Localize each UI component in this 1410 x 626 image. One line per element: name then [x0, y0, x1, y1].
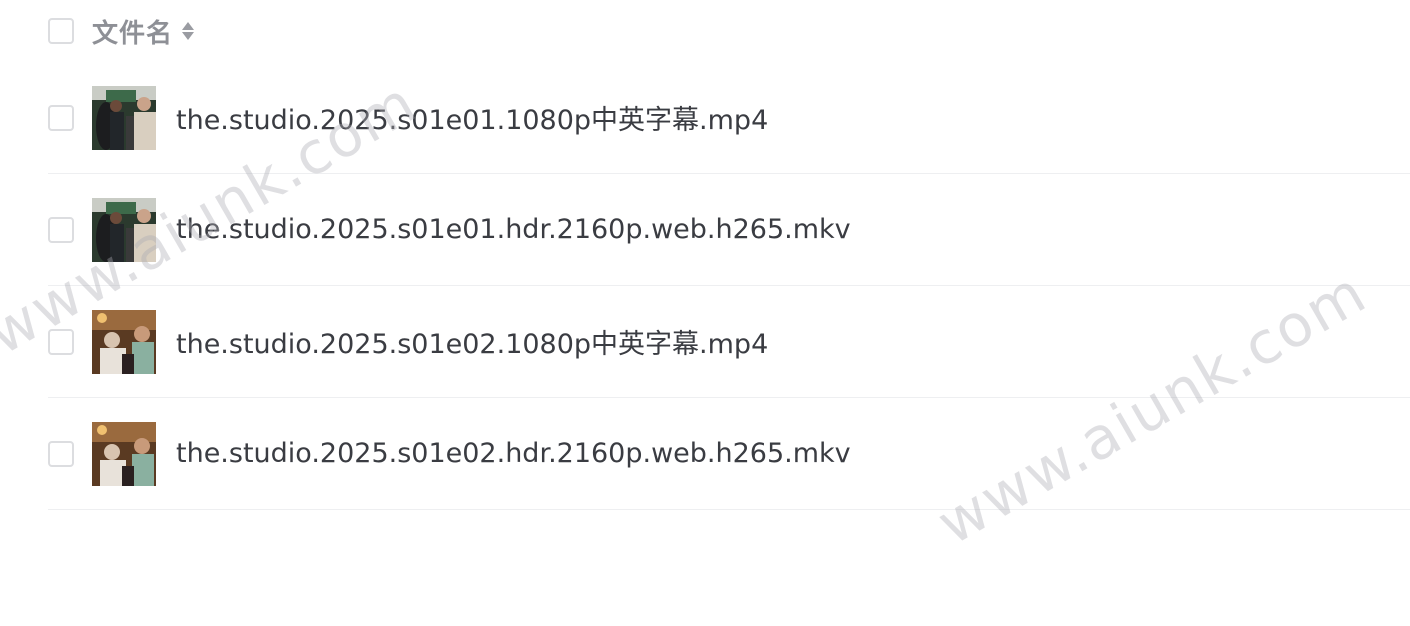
list-header: 文件名: [48, 0, 1410, 62]
file-checkbox[interactable]: [48, 440, 74, 467]
file-checkbox[interactable]: [48, 328, 74, 355]
file-row[interactable]: the.studio.2025.s01e01.1080p中英字幕.mp4: [48, 62, 1410, 174]
video-thumbnail: [92, 421, 156, 486]
file-row[interactable]: the.studio.2025.s01e01.hdr.2160p.web.h26…: [48, 174, 1410, 286]
file-name[interactable]: the.studio.2025.s01e01.1080p中英字幕.mp4: [176, 98, 768, 137]
file-name[interactable]: the.studio.2025.s01e02.1080p中英字幕.mp4: [176, 322, 768, 361]
file-checkbox[interactable]: [48, 104, 74, 131]
video-thumbnail: [92, 309, 156, 374]
file-checkbox[interactable]: [48, 216, 74, 243]
file-name[interactable]: the.studio.2025.s01e02.hdr.2160p.web.h26…: [176, 438, 851, 469]
video-thumbnail: [92, 197, 156, 262]
file-name[interactable]: the.studio.2025.s01e01.hdr.2160p.web.h26…: [176, 214, 851, 245]
column-header-filename[interactable]: 文件名: [92, 13, 173, 50]
sort-icon[interactable]: [181, 18, 195, 44]
file-list: 文件名 the.studio.2025.s01e01.1080p中英字幕.mp4: [48, 0, 1410, 510]
file-row[interactable]: the.studio.2025.s01e02.hdr.2160p.web.h26…: [48, 398, 1410, 510]
video-thumbnail: [92, 85, 156, 150]
select-all-checkbox[interactable]: [48, 18, 74, 44]
file-row[interactable]: the.studio.2025.s01e02.1080p中英字幕.mp4: [48, 286, 1410, 398]
